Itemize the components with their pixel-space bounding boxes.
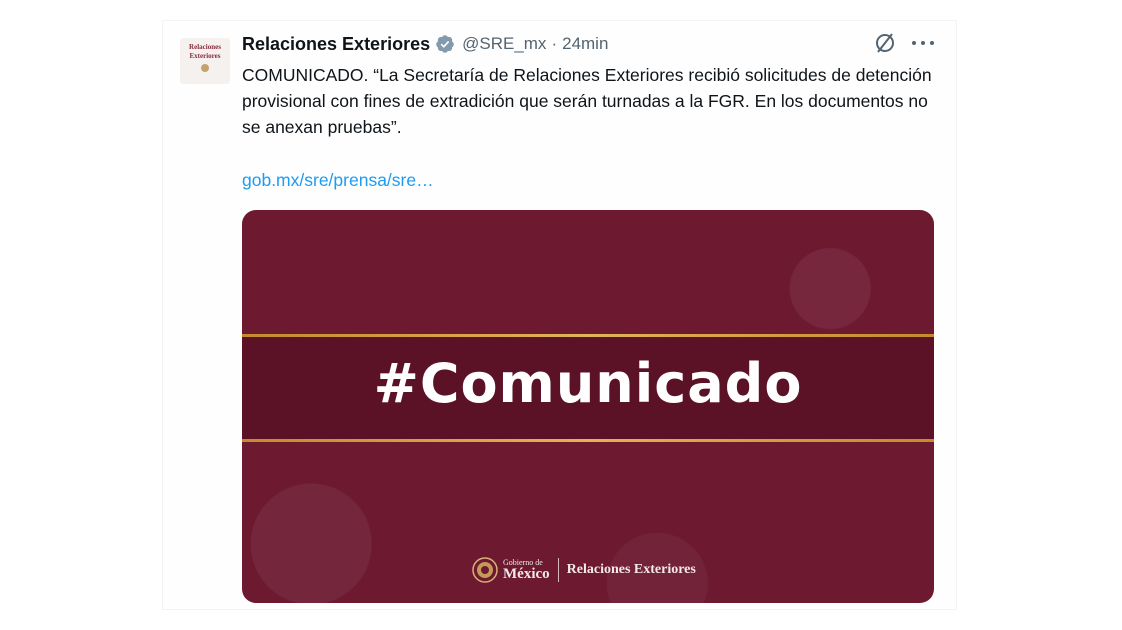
- avatar-text-line1: Relaciones: [189, 43, 221, 51]
- more-dot: [912, 41, 916, 45]
- more-dot: [930, 41, 934, 45]
- author-handle[interactable]: @SRE_mx: [462, 34, 546, 54]
- more-icon[interactable]: [912, 30, 934, 56]
- sre-logo-text: Relaciones Exteriores: [566, 562, 696, 577]
- logo-separator: [557, 558, 559, 582]
- tweet-text: COMUNICADO. “La Secretaría de Relaciones…: [242, 65, 932, 137]
- separator-dot: ·: [551, 34, 558, 53]
- card-hashtag: #Comunicado: [373, 352, 803, 415]
- header-actions: [872, 30, 934, 56]
- gold-line-bottom: [242, 439, 934, 442]
- avatar[interactable]: Relaciones Exteriores: [180, 38, 230, 84]
- emblem-icon: [201, 64, 209, 72]
- avatar-text-line2: Exteriores: [189, 52, 221, 60]
- card-footer: Gobierno de México Relaciones Exteriores: [472, 554, 696, 586]
- tweet-link[interactable]: gob.mx/sre/prensa/sre…: [242, 170, 434, 191]
- tweet-header: Relaciones Exteriores @SRE_mx · 24min: [242, 32, 608, 56]
- grok-icon[interactable]: [872, 30, 898, 56]
- gold-line-top: [242, 334, 934, 337]
- mexico-seal-icon: [472, 557, 498, 583]
- verified-badge-icon: [436, 35, 454, 53]
- timestamp[interactable]: 24min: [562, 34, 608, 54]
- media-card[interactable]: #Comunicado Gobierno de México Relacione…: [242, 210, 934, 603]
- gob-mexico-logo: Gobierno de México: [503, 558, 550, 582]
- more-dot: [921, 41, 925, 45]
- gob-line2: México: [503, 565, 550, 582]
- author-name[interactable]: Relaciones Exteriores: [242, 34, 430, 55]
